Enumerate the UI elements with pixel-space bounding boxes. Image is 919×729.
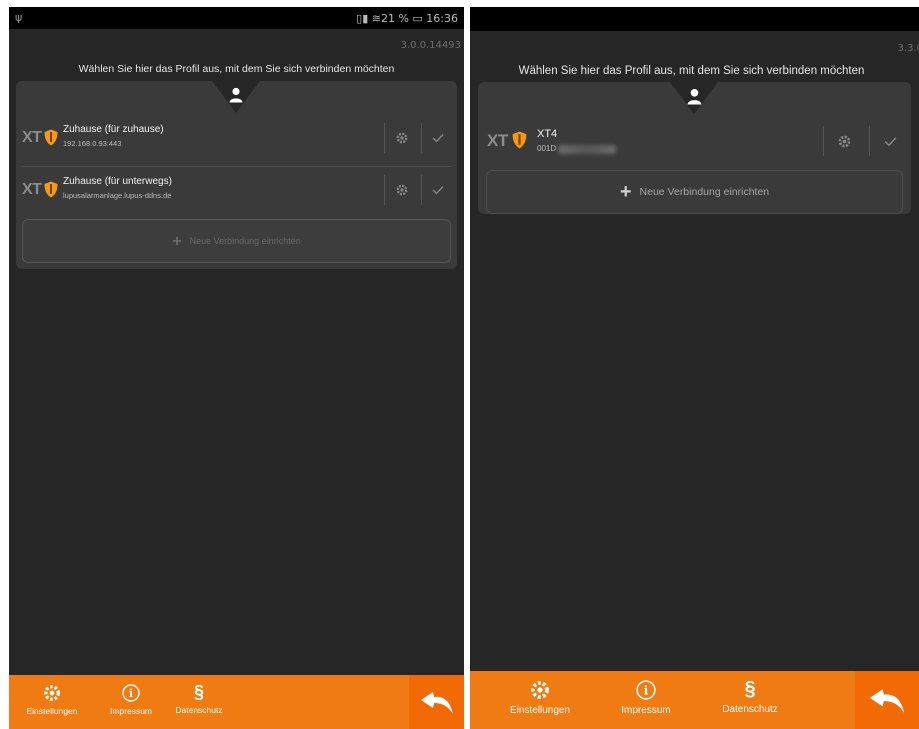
plus-icon: +	[619, 181, 632, 204]
connection-address: 192.168.0.93:443	[63, 139, 122, 148]
nav-label: Impressum	[621, 705, 671, 716]
nav-impressum[interactable]: i Impressum	[609, 680, 683, 716]
nav-label: Impressum	[109, 706, 153, 716]
xt-logo: XT	[487, 131, 508, 150]
separator	[823, 126, 824, 156]
nav-datenschutz[interactable]: § Datenschutz	[708, 677, 792, 715]
nav-label: Datenschutz	[722, 704, 778, 715]
connection-row[interactable]: XT Zuhause (für unterwegs) lupusalarmanl…	[16, 169, 457, 211]
connection-row[interactable]: XT Zuhause (für zuhause) 192.168.0.93:44…	[16, 117, 457, 159]
checkmark-icon[interactable]	[884, 136, 897, 147]
new-connection-button[interactable]: + Neue Verbindung einrichten	[486, 170, 903, 214]
status-bar: ψ ▯▮ ≋21 % ▭ 16:36	[9, 7, 464, 29]
redacted-id	[558, 145, 616, 154]
shield-icon	[44, 181, 58, 198]
connection-panel: XT Zuhause (für zuhause) 192.168.0.93:44…	[16, 81, 457, 269]
section-icon: §	[193, 682, 204, 702]
nav-label: Einstellungen	[509, 705, 571, 716]
connection-panel: XT XT4 001D + Neue Verbindung einrichten	[478, 82, 911, 214]
version-label: 3.3.0	[897, 43, 919, 54]
profile-prompt: Wählen Sie hier das Profil aus, mit dem …	[518, 65, 865, 77]
nav-label: Einstellungen	[26, 706, 78, 716]
connection-row[interactable]: XT XT4 001D	[478, 120, 911, 162]
connection-title: Zuhause (für unterwegs)	[63, 176, 172, 187]
info-icon: i	[636, 680, 656, 700]
connection-title: Zuhause (für zuhause)	[63, 124, 164, 135]
status-bar	[470, 7, 919, 31]
back-arrow-icon	[869, 689, 905, 713]
person-icon	[687, 88, 702, 105]
nav-label: Datenschutz	[175, 705, 223, 715]
gear-icon[interactable]	[838, 135, 851, 148]
back-arrow-icon	[421, 692, 453, 714]
gear-icon	[43, 684, 61, 702]
version-label: 3.0.0.14493	[400, 40, 461, 51]
new-connection-label: Neue Verbindung einrichten	[189, 236, 301, 246]
person-icon	[229, 87, 243, 103]
shield-icon	[44, 129, 58, 146]
nav-datenschutz[interactable]: § Datenschutz	[165, 681, 233, 715]
profile-prompt: Wählen Sie hier das Profil aus, mit dem …	[78, 63, 395, 75]
info-icon: i	[122, 684, 140, 702]
status-indicators: ▯▮ ≋21 % ▭ 16:36	[356, 12, 458, 25]
svg-text:i: i	[644, 683, 649, 697]
bottom-nav-bar: Einstellungen i Impressum § Datenschutz	[470, 671, 919, 729]
right-screen: 3.3.0 Wählen Sie hier das Profil aus, mi…	[470, 7, 919, 729]
nav-settings[interactable]: Einstellungen	[13, 684, 91, 716]
separator	[869, 126, 870, 156]
section-icon: §	[744, 678, 756, 700]
connection-id: 001D	[537, 144, 557, 153]
separator	[384, 175, 385, 205]
back-button[interactable]	[409, 675, 464, 729]
gear-icon[interactable]	[396, 132, 408, 144]
row-divider	[22, 166, 451, 167]
shield-icon	[512, 131, 527, 149]
new-connection-label: Neue Verbindung einrichten	[639, 186, 770, 198]
separator	[421, 123, 422, 153]
nav-settings[interactable]: Einstellungen	[498, 680, 582, 716]
checkmark-icon[interactable]	[432, 133, 444, 143]
connection-title: XT4	[537, 128, 558, 140]
connection-address: lupusalarmanlage.lupus-ddns.de	[63, 191, 172, 200]
gear-icon[interactable]	[396, 184, 408, 196]
nav-impressum[interactable]: i Impressum	[98, 684, 164, 716]
back-button[interactable]	[855, 671, 919, 729]
separator	[421, 175, 422, 205]
new-connection-button[interactable]: + Neue Verbindung einrichten	[22, 219, 451, 263]
checkmark-icon[interactable]	[432, 185, 444, 195]
left-screen: ψ ▯▮ ≋21 % ▭ 16:36 3.0.0.14493 Wählen Si…	[9, 7, 464, 729]
svg-text:i: i	[129, 687, 133, 700]
bottom-nav-bar: Einstellungen i Impressum § Datenschutz	[9, 675, 464, 729]
xt-logo: XT	[22, 181, 42, 198]
separator	[384, 123, 385, 153]
usb-icon: ψ	[15, 11, 23, 24]
plus-icon: +	[172, 232, 182, 250]
xt-logo: XT	[22, 129, 42, 146]
gear-icon	[531, 681, 549, 699]
